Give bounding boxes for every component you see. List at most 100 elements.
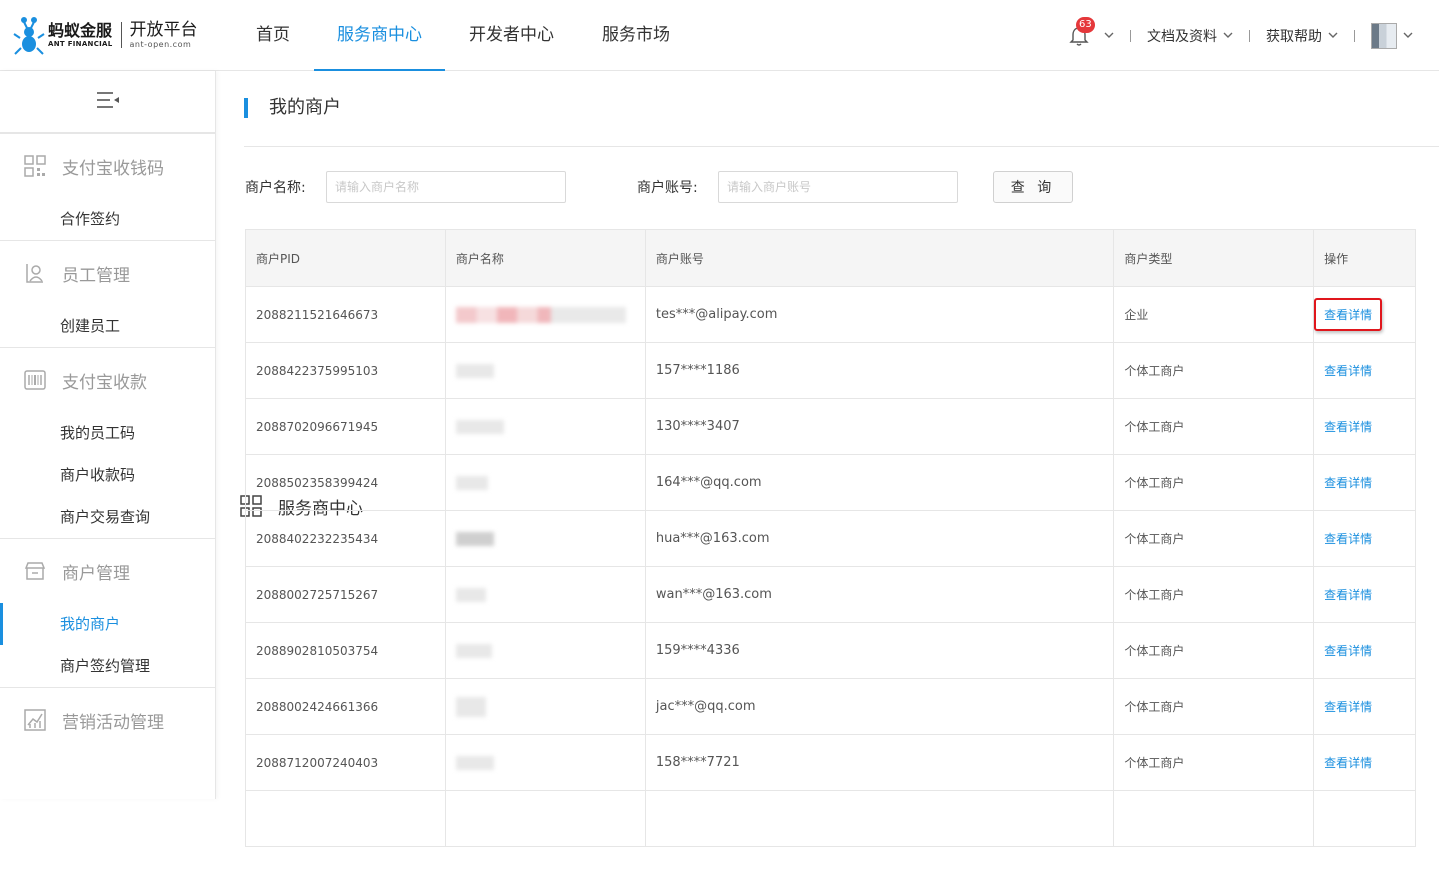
cell-name-redacted bbox=[444, 734, 646, 791]
col-merchant-account: 商户账号 bbox=[644, 229, 1115, 287]
cell-type: 个体工商户 bbox=[1113, 734, 1315, 791]
store-icon bbox=[24, 560, 46, 582]
cell-account: jac***@qq.com bbox=[644, 678, 1115, 735]
cell-account: hua***@163.com bbox=[644, 510, 1115, 567]
chevron-down-icon bbox=[1328, 30, 1338, 41]
merchant-account-input[interactable] bbox=[718, 171, 958, 203]
cell-name-redacted bbox=[444, 622, 646, 679]
cell-pid: 2088712007240403 bbox=[245, 734, 446, 791]
nav-home[interactable]: 首页 bbox=[232, 0, 314, 71]
cell-type: 个体工商户 bbox=[1113, 454, 1315, 511]
table-row: 2088211521646673 tes***@alipay.com 企业 查看… bbox=[245, 286, 1416, 343]
merchant-account-label: 商户账号: bbox=[637, 180, 698, 196]
cell-type: 个体工商户 bbox=[1113, 622, 1315, 679]
cell-pid: 2088402232235434 bbox=[245, 510, 446, 567]
sidebar-group-label: 营销活动管理 bbox=[62, 712, 164, 733]
col-merchant-pid: 商户PID bbox=[245, 229, 446, 287]
cell-action: 查看详情 bbox=[1313, 510, 1416, 567]
view-details-link[interactable]: 查看详情 bbox=[1324, 588, 1372, 602]
cell-pid: 2088002424661366 bbox=[245, 678, 446, 735]
cell-account: 158****7721 bbox=[644, 734, 1115, 791]
sidebar-item-cooperation-signing[interactable]: 合作签约 bbox=[0, 198, 215, 240]
header-divider bbox=[1130, 29, 1131, 42]
ant-logo-icon bbox=[12, 14, 46, 56]
chart-icon bbox=[24, 709, 46, 731]
cell-pid: 2088502358399424 bbox=[245, 454, 446, 511]
docs-label: 文档及资料 bbox=[1147, 28, 1217, 45]
sidebar-group-label: 支付宝收钱码 bbox=[62, 158, 164, 179]
cell-action: 查看详情 bbox=[1313, 678, 1416, 735]
view-details-link[interactable]: 查看详情 bbox=[1324, 700, 1372, 714]
sidebar-group-label: 员工管理 bbox=[62, 265, 130, 286]
merchant-name-label: 商户名称: bbox=[245, 180, 306, 196]
logo-divider bbox=[120, 22, 122, 48]
view-details-link[interactable]: 查看详情 bbox=[1324, 756, 1372, 770]
filter-bar: 商户名称: 商户账号: 查 询 bbox=[245, 171, 1073, 203]
sidebar-group-label: 商户管理 bbox=[62, 563, 130, 584]
main-content: 我的商户 商户名称: 商户账号: 查 询 商户PID 商户名称 商户账号 商户类… bbox=[216, 71, 1439, 847]
table-row: 2088902810503754 159****4336 个体工商户 查看详情 bbox=[245, 622, 1416, 679]
sidebar-item-marketing-management[interactable]: 营销活动管理 bbox=[0, 688, 215, 752]
sidebar-group-staff: 员工管理 创建员工 bbox=[0, 241, 215, 348]
cell-action: 查看详情 bbox=[1313, 622, 1416, 679]
sidebar-item-my-merchants[interactable]: 我的商户 bbox=[0, 603, 215, 645]
sidebar-group-alipay-qrcode: 支付宝收钱码 合作签约 bbox=[0, 134, 215, 241]
cell-account: wan***@163.com bbox=[644, 566, 1115, 623]
view-details-link[interactable]: 查看详情 bbox=[1324, 644, 1372, 658]
sidebar-item-merchant-signing-management[interactable]: 商户签约管理 bbox=[0, 645, 215, 687]
sidebar-collapse-button[interactable] bbox=[0, 71, 215, 133]
view-details-link[interactable]: 查看详情 bbox=[1324, 420, 1372, 434]
table-header-row: 商户PID 商户名称 商户账号 商户类型 操作 bbox=[245, 229, 1416, 287]
sidebar-item-merchant-collection-code[interactable]: 商户收款码 bbox=[0, 454, 215, 496]
view-details-link[interactable]: 查看详情 bbox=[1324, 476, 1372, 490]
sidebar-item-merchant-management[interactable]: 商户管理 bbox=[0, 539, 215, 603]
sidebar-group-label: 支付宝收款 bbox=[62, 372, 147, 393]
cell-action: 查看详情 bbox=[1313, 566, 1416, 623]
top-nav: 首页 服务商中心 开发者中心 服务市场 bbox=[232, 0, 694, 71]
sidebar-item-alipay-qrcode[interactable]: 支付宝收钱码 bbox=[0, 134, 215, 198]
cell-action: 查看详情 bbox=[1313, 734, 1416, 791]
sidebar-item-create-staff[interactable]: 创建员工 bbox=[0, 305, 215, 347]
cell-account: 157****1186 bbox=[644, 342, 1115, 399]
nav-service-market[interactable]: 服务市场 bbox=[578, 0, 694, 71]
qrcode-icon bbox=[24, 155, 46, 177]
table-row: 2088702096671945 130****3407 个体工商户 查看详情 bbox=[245, 398, 1416, 455]
sidebar-group-marketing: 营销活动管理 bbox=[0, 688, 215, 752]
query-button[interactable]: 查 询 bbox=[993, 171, 1073, 203]
cell-type: 个体工商户 bbox=[1113, 566, 1315, 623]
header-divider bbox=[1354, 29, 1355, 42]
view-details-link[interactable]: 查看详情 bbox=[1324, 532, 1372, 546]
docs-menu[interactable]: 文档及资料 bbox=[1147, 26, 1233, 46]
col-merchant-name: 商户名称 bbox=[444, 229, 646, 287]
notifications-menu[interactable]: 63 bbox=[1068, 16, 1114, 47]
sidebar-item-my-staff-code[interactable]: 我的员工码 bbox=[0, 412, 215, 454]
ant-open-logo[interactable]: 蚂蚁金服 ANT FINANCIAL 开放平台 ant-open.com bbox=[12, 12, 198, 58]
cell-action: 查看详情 bbox=[1313, 286, 1416, 343]
header-divider bbox=[1249, 29, 1250, 42]
cell-pid: 2088902810503754 bbox=[245, 622, 446, 679]
merchant-name-input[interactable] bbox=[326, 171, 566, 203]
barcode-icon bbox=[24, 369, 46, 391]
view-details-link[interactable]: 查看详情 bbox=[1314, 298, 1383, 331]
cell-account: 164***@qq.com bbox=[644, 454, 1115, 511]
nav-service-provider-center[interactable]: 服务商中心 bbox=[314, 0, 445, 71]
cell-type: 企业 bbox=[1113, 286, 1315, 343]
help-menu[interactable]: 获取帮助 bbox=[1266, 26, 1338, 46]
cell-name-redacted bbox=[444, 286, 646, 343]
nav-developer-center[interactable]: 开发者中心 bbox=[445, 0, 578, 71]
sidebar-group-merchant-management: 商户管理 我的商户 商户签约管理 bbox=[0, 539, 215, 688]
cell-account: 159****4336 bbox=[644, 622, 1115, 679]
sidebar-item-alipay-collection[interactable]: 支付宝收款 bbox=[0, 348, 215, 412]
view-details-link[interactable]: 查看详情 bbox=[1324, 364, 1372, 378]
cell-action: 查看详情 bbox=[1313, 398, 1416, 455]
cell-name-redacted bbox=[444, 510, 646, 567]
cell-name-redacted bbox=[444, 342, 646, 399]
menu-collapse-icon bbox=[96, 91, 120, 113]
sidebar-item-staff-management[interactable]: 员工管理 bbox=[0, 241, 215, 305]
cell-pid: 2088002725715267 bbox=[245, 566, 446, 623]
sidebar-item-merchant-transaction-query[interactable]: 商户交易查询 bbox=[0, 496, 215, 538]
logo-brand-en: ANT FINANCIAL bbox=[48, 40, 113, 48]
chevron-down-icon bbox=[1403, 30, 1413, 41]
cell-action: 查看详情 bbox=[1313, 454, 1416, 511]
user-menu[interactable] bbox=[1371, 22, 1413, 49]
